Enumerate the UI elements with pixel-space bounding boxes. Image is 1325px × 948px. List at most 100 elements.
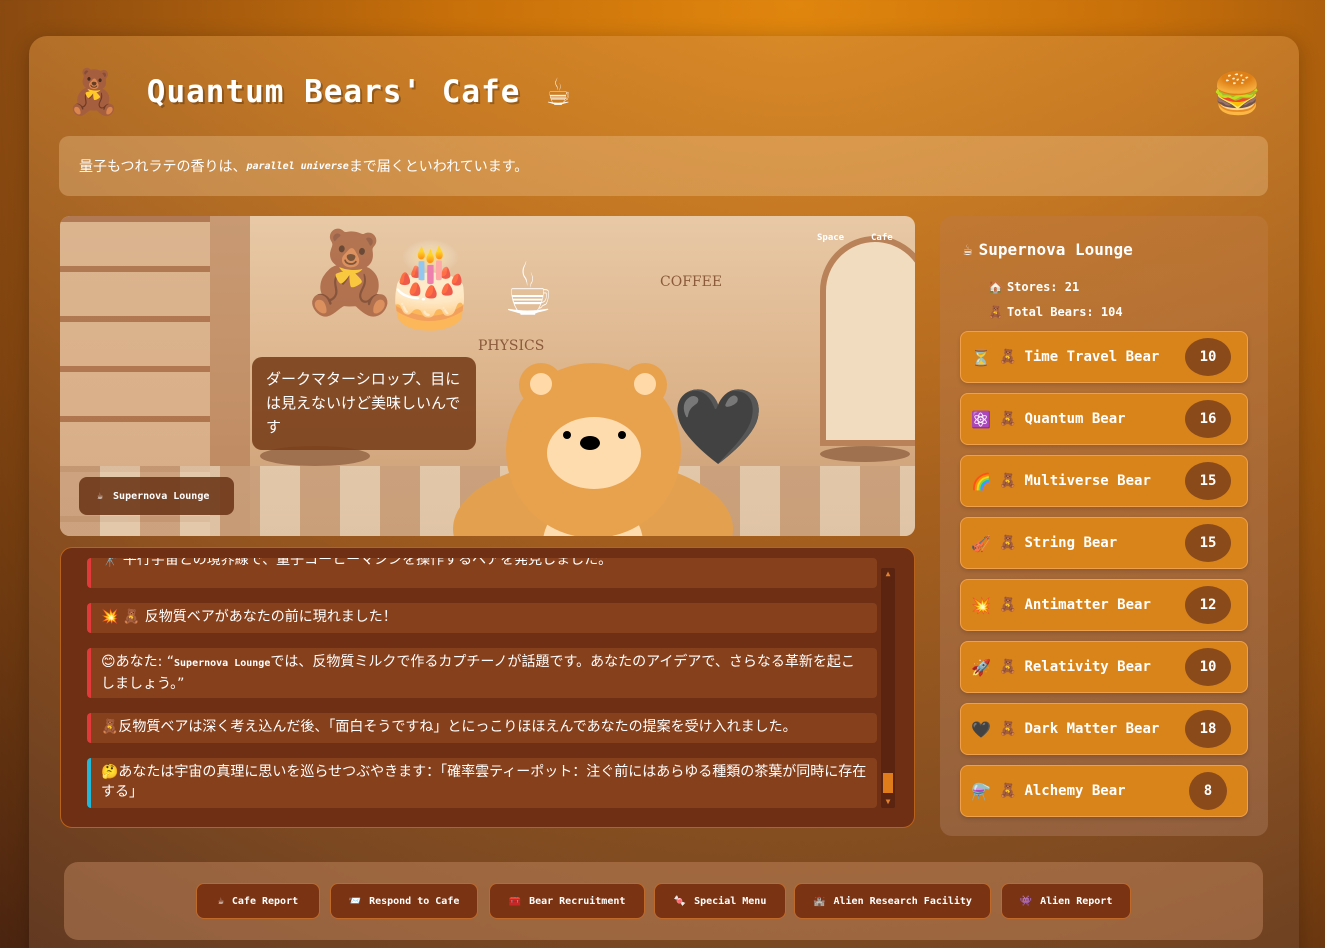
stores-count: Stores: 21: [1006, 280, 1080, 294]
rocket-icon: 🚀: [971, 657, 991, 677]
tab-space[interactable]: Space: [817, 233, 844, 243]
log-message: 🤔あなたは宇宙の真理に思いを巡らせつぶやきます：「確率雲ティーポット：注ぐ前には…: [87, 758, 877, 808]
bear-name: Multiverse Bear: [1024, 473, 1151, 489]
bear-logo-icon: 🧸: [66, 67, 121, 118]
bear-list-item[interactable]: ⏳ 🧸 Time Travel Bear 10: [960, 331, 1248, 383]
castle-icon: 🏰: [813, 895, 826, 907]
envelope-icon: 📨: [348, 895, 362, 907]
tab-cafe[interactable]: Cafe: [871, 233, 893, 243]
total-bears-stat: 🧸 Total Bears: 104: [988, 305, 1123, 319]
log-message-text: 🤔あなたは宇宙の真理に思いを巡らせつぶやきます：「確率雲ティーポット：注ぐ前には…: [101, 764, 867, 800]
app-header: 🧸 Quantum Bears' Cafe ☕: [66, 62, 571, 122]
bear-list-item[interactable]: 🖤 🧸 Dark Matter Bear 18: [960, 703, 1248, 755]
bear-list-item[interactable]: 🚀 🧸 Relativity Bear 10: [960, 641, 1248, 693]
bear-name: Antimatter Bear: [1024, 597, 1151, 613]
button-label: Cafe Report: [231, 895, 299, 907]
coffee-cup-icon: ☕: [217, 895, 224, 907]
explosion-icon: 💥: [971, 595, 991, 615]
scroll-up-arrow-icon[interactable]: ▲: [881, 568, 895, 580]
location-tag: ☕ Supernova Lounge: [79, 477, 234, 515]
button-label: Bear Recruitment: [529, 895, 626, 907]
house-icon: 🏠: [988, 280, 1003, 294]
bear-muzzle: [547, 417, 641, 489]
bear-count-badge: 8: [1189, 772, 1227, 810]
bear-icon: 🧸: [999, 721, 1017, 737]
bear-count-badge: 18: [1185, 710, 1231, 748]
alien-monster-icon: 👾: [1019, 895, 1033, 907]
bear-list-item[interactable]: 🌈 🧸 Multiverse Bear 15: [960, 455, 1248, 507]
scroll-thumb[interactable]: [883, 773, 893, 793]
toolbox-icon: 🧰: [508, 895, 522, 907]
bear-inner-ear-left: [530, 373, 552, 395]
special-menu-button[interactable]: 🍬 Special Menu: [654, 883, 786, 919]
log-scrollbar[interactable]: ▲ ▼: [881, 568, 895, 808]
bear-name: Alchemy Bear: [1024, 783, 1126, 799]
respond-to-cafe-button[interactable]: 📨 Respond to Cafe: [330, 883, 478, 919]
button-label: Alien Report: [1040, 895, 1113, 907]
scroll-down-arrow-icon[interactable]: ▼: [881, 796, 895, 808]
bear-count-badge: 15: [1185, 462, 1231, 500]
bear-eye-right: [618, 431, 626, 439]
bear-count-badge: 10: [1185, 648, 1231, 686]
bear-recruitment-button[interactable]: 🧰 Bear Recruitment: [489, 883, 645, 919]
coffee-cup-icon: ☕: [97, 490, 104, 502]
arched-window-illustration: [820, 236, 915, 446]
bear-eye-left: [563, 431, 571, 439]
bear-icon: 🧸: [988, 305, 1003, 319]
alembic-icon: ⚗️: [971, 781, 991, 801]
flavor-text-emphasis: parallel universe: [246, 160, 349, 172]
bear-icon: 🧸: [999, 783, 1017, 799]
bear-count-badge: 15: [1185, 524, 1231, 562]
log-message-text: 💥 🧸 反物質ベアがあなたの前に現れました！: [101, 609, 397, 625]
log-message: 😊あなた: “Supernova Loungeでは、反物質ミルクで作るカプチーノ…: [87, 648, 877, 698]
menu-burger-icon[interactable]: 🍔: [1212, 70, 1262, 117]
bear-icon: 🧸: [999, 411, 1017, 427]
page-title: Quantum Bears' Cafe: [146, 74, 521, 110]
violin-icon: 🎻: [971, 533, 991, 553]
bear-name: String Bear: [1024, 535, 1118, 551]
event-log[interactable]: 🔭 平行宇宙との境界線で、量子コーヒーマシンを操作するベアを発見しました。 💥 …: [60, 547, 915, 828]
bear-list-item[interactable]: ⚗️ 🧸 Alchemy Bear 8: [960, 765, 1248, 817]
bear-name: Time Travel Bear: [1024, 349, 1160, 365]
button-label: Special Menu: [694, 895, 767, 907]
location-label: Supernova Lounge: [113, 490, 210, 502]
bear-list-item[interactable]: 💥 🧸 Antimatter Bear 12: [960, 579, 1248, 631]
bear-name: Relativity Bear: [1024, 659, 1151, 675]
alien-report-button[interactable]: 👾 Alien Report: [1001, 883, 1131, 919]
store-title-label: Supernova Lounge: [978, 240, 1133, 259]
bear-speech-bubble: ダークマターシロップ、目には見えないけど美味しいんです: [252, 357, 476, 450]
flavor-text-before: 量子もつれラテの香りは、: [79, 159, 247, 175]
cafe-report-button[interactable]: ☕ Cafe Report: [196, 883, 320, 919]
bear-name: Dark Matter Bear: [1024, 721, 1160, 737]
coffee-poster-text: COFFEE: [660, 274, 723, 290]
black-heart-icon: 🖤: [971, 719, 991, 739]
coffee-item-icon[interactable]: ☕: [505, 244, 552, 334]
coffee-cup-icon: ☕: [963, 240, 973, 259]
log-message: 💥 🧸 反物質ベアがあなたの前に現れました！: [87, 603, 877, 633]
bear-nose: [580, 436, 600, 450]
log-message-place: Supernova Lounge: [174, 658, 271, 669]
stores-stat: 🏠 Stores: 21: [988, 280, 1079, 294]
bear-list-item[interactable]: 🎻 🧸 String Bear 15: [960, 517, 1248, 569]
cake-item-icon[interactable]: 🎂: [380, 238, 480, 332]
atom-icon: ⚛️: [971, 409, 991, 429]
log-message: 🔭 平行宇宙との境界線で、量子コーヒーマシンを操作するベアを発見しました。: [87, 558, 877, 588]
bear-icon: 🧸: [999, 535, 1017, 551]
candy-icon: 🍬: [673, 895, 687, 907]
bear-list-item[interactable]: ⚛️ 🧸 Quantum Bear 16: [960, 393, 1248, 445]
alien-research-facility-button[interactable]: 🏰 Alien Research Facility: [794, 883, 991, 919]
bear-icon: 🧸: [999, 659, 1017, 675]
button-label: Alien Research Facility: [833, 895, 972, 907]
button-label: Respond to Cafe: [369, 895, 460, 907]
antimatter-bear-character[interactable]: [453, 363, 733, 536]
bear-icon: 🧸: [999, 597, 1017, 613]
log-message-text: 🧸反物質ベアは深く考え込んだ後、「面白そうですね」とにっこりほほえんであなたの提…: [101, 719, 797, 735]
total-bears-count: Total Bears: 104: [1006, 305, 1123, 319]
flavor-text-after: まで届くといわれています。: [348, 159, 529, 175]
bear-count-badge: 16: [1185, 400, 1231, 438]
rainbow-icon: 🌈: [971, 471, 991, 491]
flavor-text-banner: 量子もつれラテの香りは、 parallel universe まで届くといわれていま…: [59, 136, 1268, 196]
bear-inner-ear-right: [634, 373, 656, 395]
hourglass-icon: ⏳: [971, 347, 991, 367]
log-message: 🧸反物質ベアは深く考え込んだ後、「面白そうですね」とにっこりほほえんであなたの提…: [87, 713, 877, 743]
